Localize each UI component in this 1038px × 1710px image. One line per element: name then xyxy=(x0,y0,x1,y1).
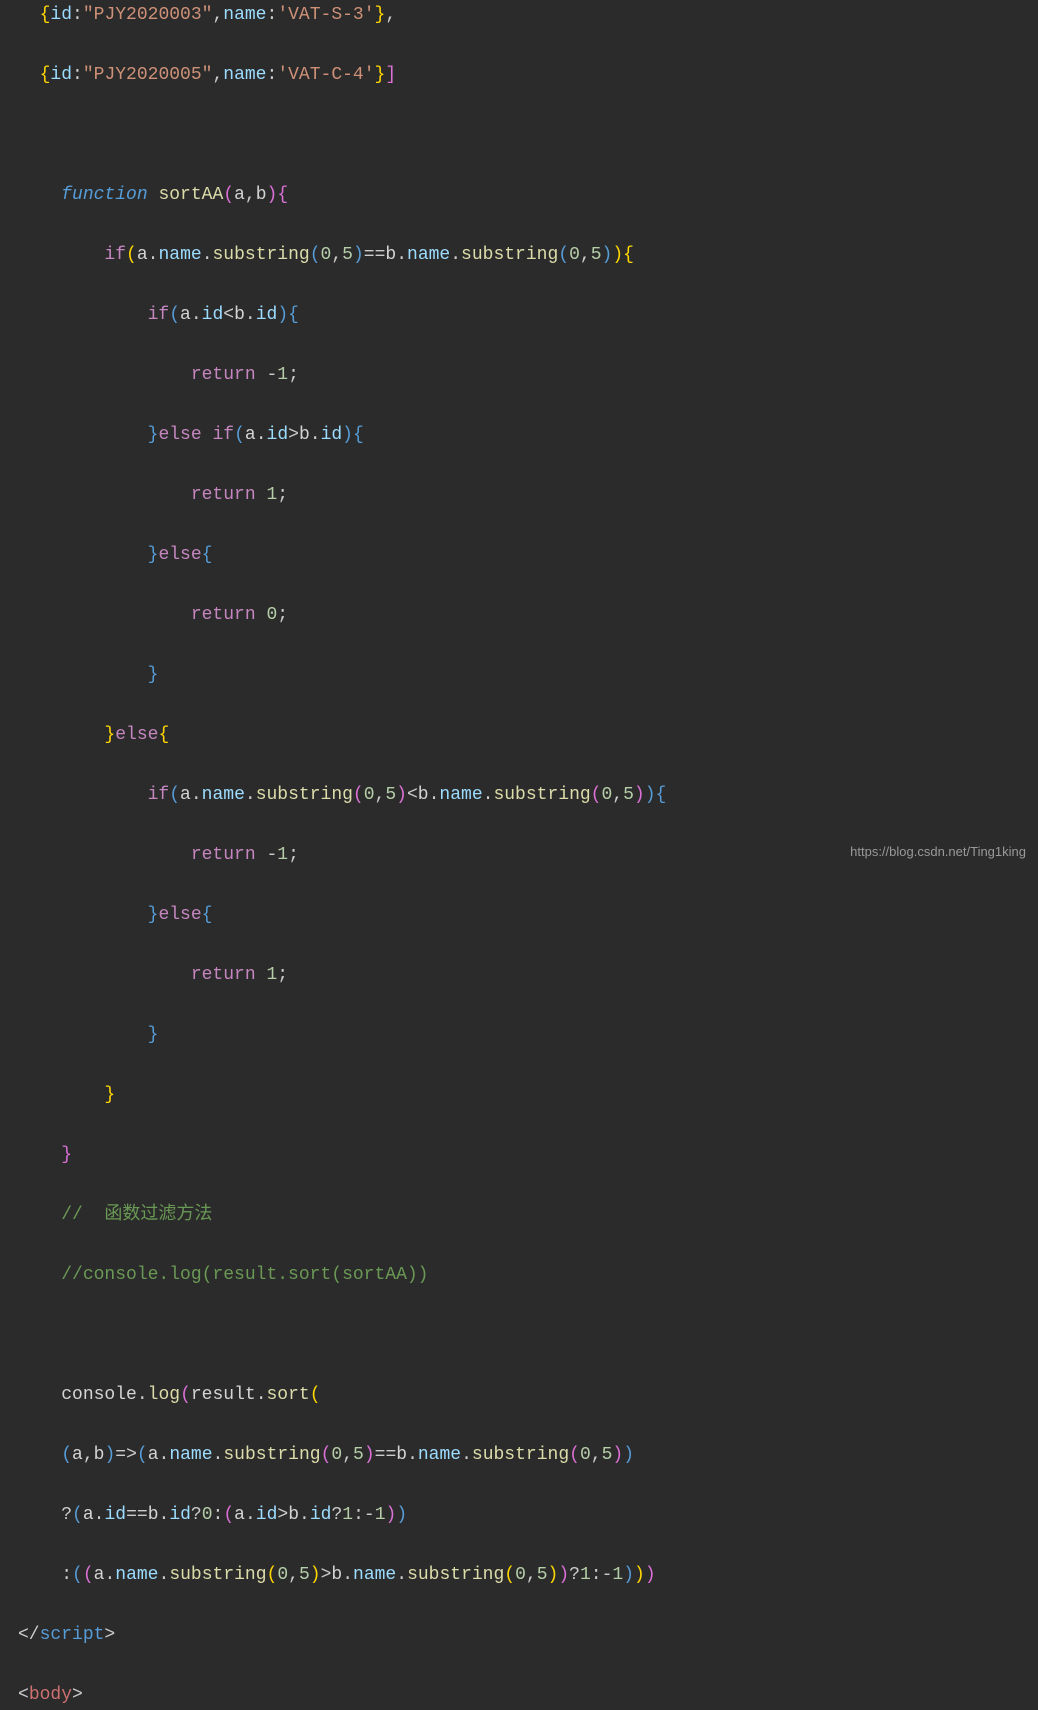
code-line: {id:"PJY2020003",name:'VAT-S-3'}, xyxy=(18,0,1038,30)
code-line: }else{ xyxy=(18,540,1038,570)
code-line: <body> xyxy=(18,1680,1038,1710)
code-line: </script> xyxy=(18,1620,1038,1650)
code-line: console.log(result.sort( xyxy=(18,1380,1038,1410)
code-line xyxy=(18,120,1038,150)
code-line xyxy=(18,1320,1038,1350)
code-line: }else{ xyxy=(18,900,1038,930)
watermark-text: https://blog.csdn.net/Ting1king xyxy=(850,837,1026,867)
code-line: } xyxy=(18,1140,1038,1170)
code-line: return 1; xyxy=(18,480,1038,510)
code-line: }else if(a.id>b.id){ xyxy=(18,420,1038,450)
code-line: }else{ xyxy=(18,720,1038,750)
code-line: {id:"PJY2020005",name:'VAT-C-4'}] xyxy=(18,60,1038,90)
code-line: //console.log(result.sort(sortAA)) xyxy=(18,1260,1038,1290)
code-line: function sortAA(a,b){ xyxy=(18,180,1038,210)
code-line: return 1; xyxy=(18,960,1038,990)
code-line: } xyxy=(18,1080,1038,1110)
code-line: return 0; xyxy=(18,600,1038,630)
code-line: } xyxy=(18,1020,1038,1050)
code-line: :((a.name.substring(0,5)>b.name.substrin… xyxy=(18,1560,1038,1590)
code-line: return -1; xyxy=(18,360,1038,390)
code-line: } xyxy=(18,660,1038,690)
code-line: (a,b)=>(a.name.substring(0,5)==b.name.su… xyxy=(18,1440,1038,1470)
code-line: ?(a.id==b.id?0:(a.id>b.id?1:-1)) xyxy=(18,1500,1038,1530)
code-line: if(a.name.substring(0,5)==b.name.substri… xyxy=(18,240,1038,270)
code-line: // 函数过滤方法 xyxy=(18,1200,1038,1230)
code-line: if(a.id<b.id){ xyxy=(18,300,1038,330)
code-line: if(a.name.substring(0,5)<b.name.substrin… xyxy=(18,780,1038,810)
